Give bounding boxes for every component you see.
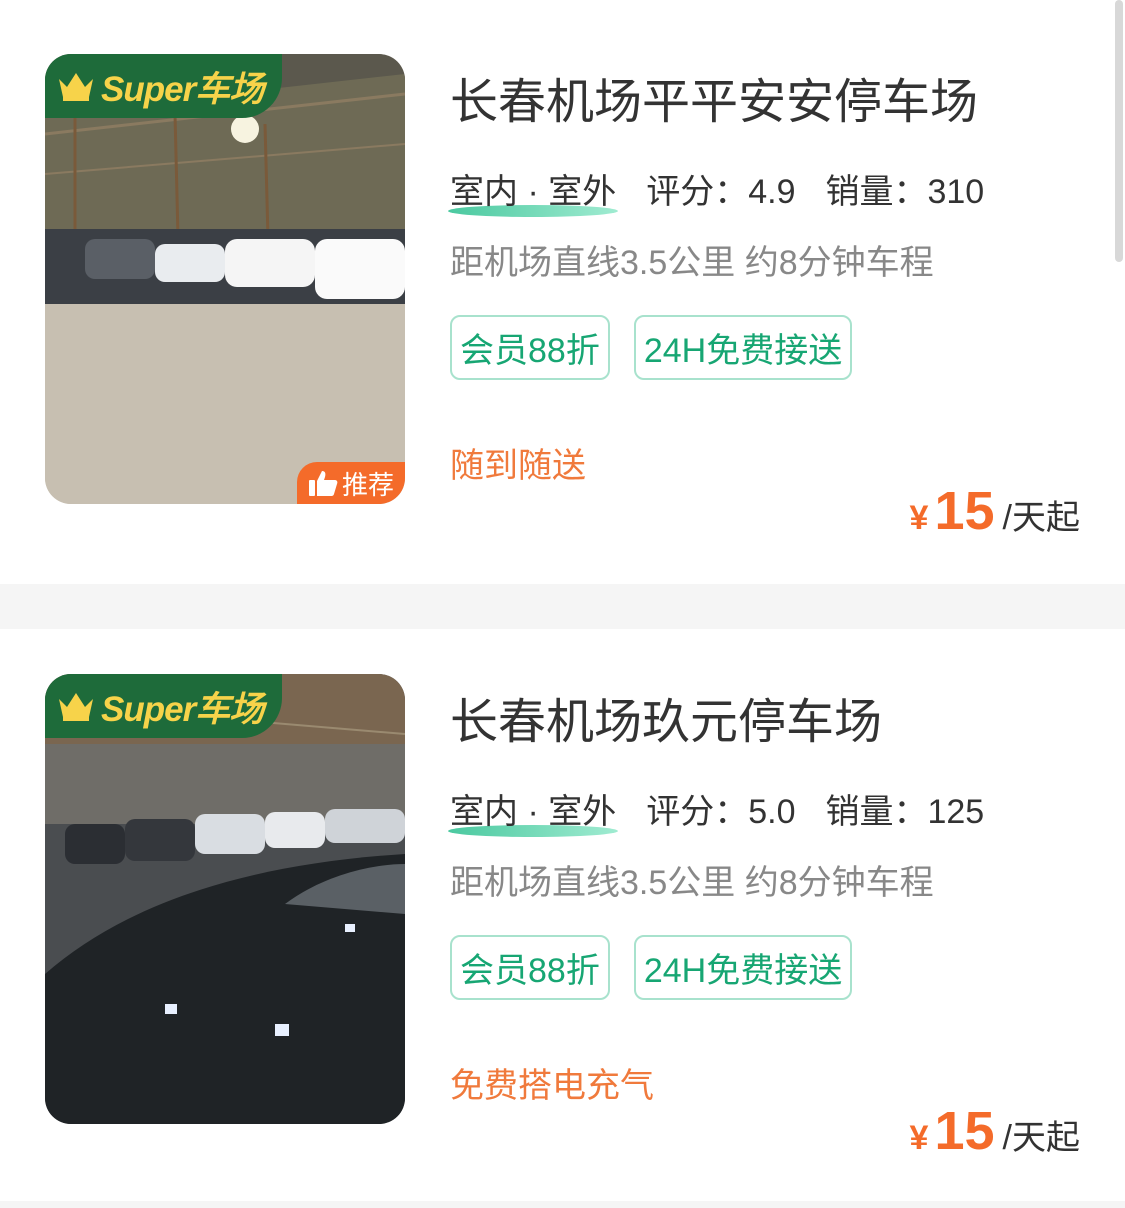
- sales-count: 销量：310: [825, 173, 985, 211]
- rating-value: 评分：4.9: [646, 173, 796, 211]
- tag-member-discount: 会员88折: [450, 315, 610, 380]
- crown-icon: [59, 693, 93, 721]
- price-currency: ¥: [909, 499, 929, 537]
- parking-lot-title[interactable]: 长春机场平平安安停车场: [450, 62, 978, 132]
- parking-photo-image: [45, 54, 405, 504]
- recommend-label: 推荐: [341, 469, 394, 500]
- tag-list: 会员88折 24H免费接送: [450, 935, 853, 1000]
- super-badge-label: Super车场: [101, 69, 264, 109]
- price-unit: /天起: [1002, 1119, 1080, 1157]
- parking-lot-card[interactable]: Super车场 长春机场玖元停车场 室内 · 室外 评分：5.0 销量：125 …: [0, 629, 1125, 1201]
- super-badge-label: Super车场: [101, 689, 264, 729]
- price: ¥ 15 /天起: [910, 480, 1080, 542]
- tag-free-shuttle: 24H免费接送: [633, 315, 853, 380]
- price-value: 15: [934, 481, 995, 541]
- recommend-badge: 推荐: [297, 462, 405, 504]
- tag-free-shuttle: 24H免费接送: [633, 935, 853, 1000]
- parking-lot-meta: 室内 · 室外 评分：5.0 销量：125: [448, 784, 985, 837]
- feature-text: 随到随送: [450, 447, 586, 485]
- sales-count: 销量：125: [825, 793, 985, 831]
- price: ¥ 15 /天起: [910, 1100, 1080, 1162]
- price-currency: ¥: [909, 1119, 929, 1157]
- price-unit: /天起: [1002, 499, 1080, 537]
- tag-list: 会员88折 24H免费接送: [450, 315, 853, 380]
- rating-value: 评分：5.0: [646, 793, 796, 831]
- super-parking-badge: Super车场: [45, 674, 282, 738]
- parking-type: 室内 · 室外: [448, 164, 619, 217]
- price-value: 15: [934, 1101, 995, 1161]
- parking-lot-photo[interactable]: Super车场: [45, 674, 405, 1124]
- distance-info: 距机场直线3.5公里 约8分钟车程: [450, 244, 934, 282]
- feature-text: 免费搭电充气: [450, 1067, 654, 1105]
- parking-photo-image: [45, 674, 405, 1124]
- scrollbar[interactable]: [1115, 0, 1123, 262]
- parking-lot-photo[interactable]: Super车场 推荐: [45, 54, 405, 504]
- parking-lot-card[interactable]: Super车场 推荐 长春机场平平安安停车场 室内 · 室外 评分：4.9 销量…: [0, 0, 1125, 584]
- parking-lot-title[interactable]: 长春机场玖元停车场: [450, 682, 882, 752]
- crown-icon: [59, 73, 93, 101]
- thumbs-up-icon: [308, 471, 338, 496]
- parking-lot-meta: 室内 · 室外 评分：4.9 销量：310: [448, 164, 985, 217]
- super-parking-badge: Super车场: [45, 54, 282, 118]
- tag-member-discount: 会员88折: [450, 935, 610, 1000]
- parking-type: 室内 · 室外: [448, 784, 619, 837]
- distance-info: 距机场直线3.5公里 约8分钟车程: [450, 864, 934, 902]
